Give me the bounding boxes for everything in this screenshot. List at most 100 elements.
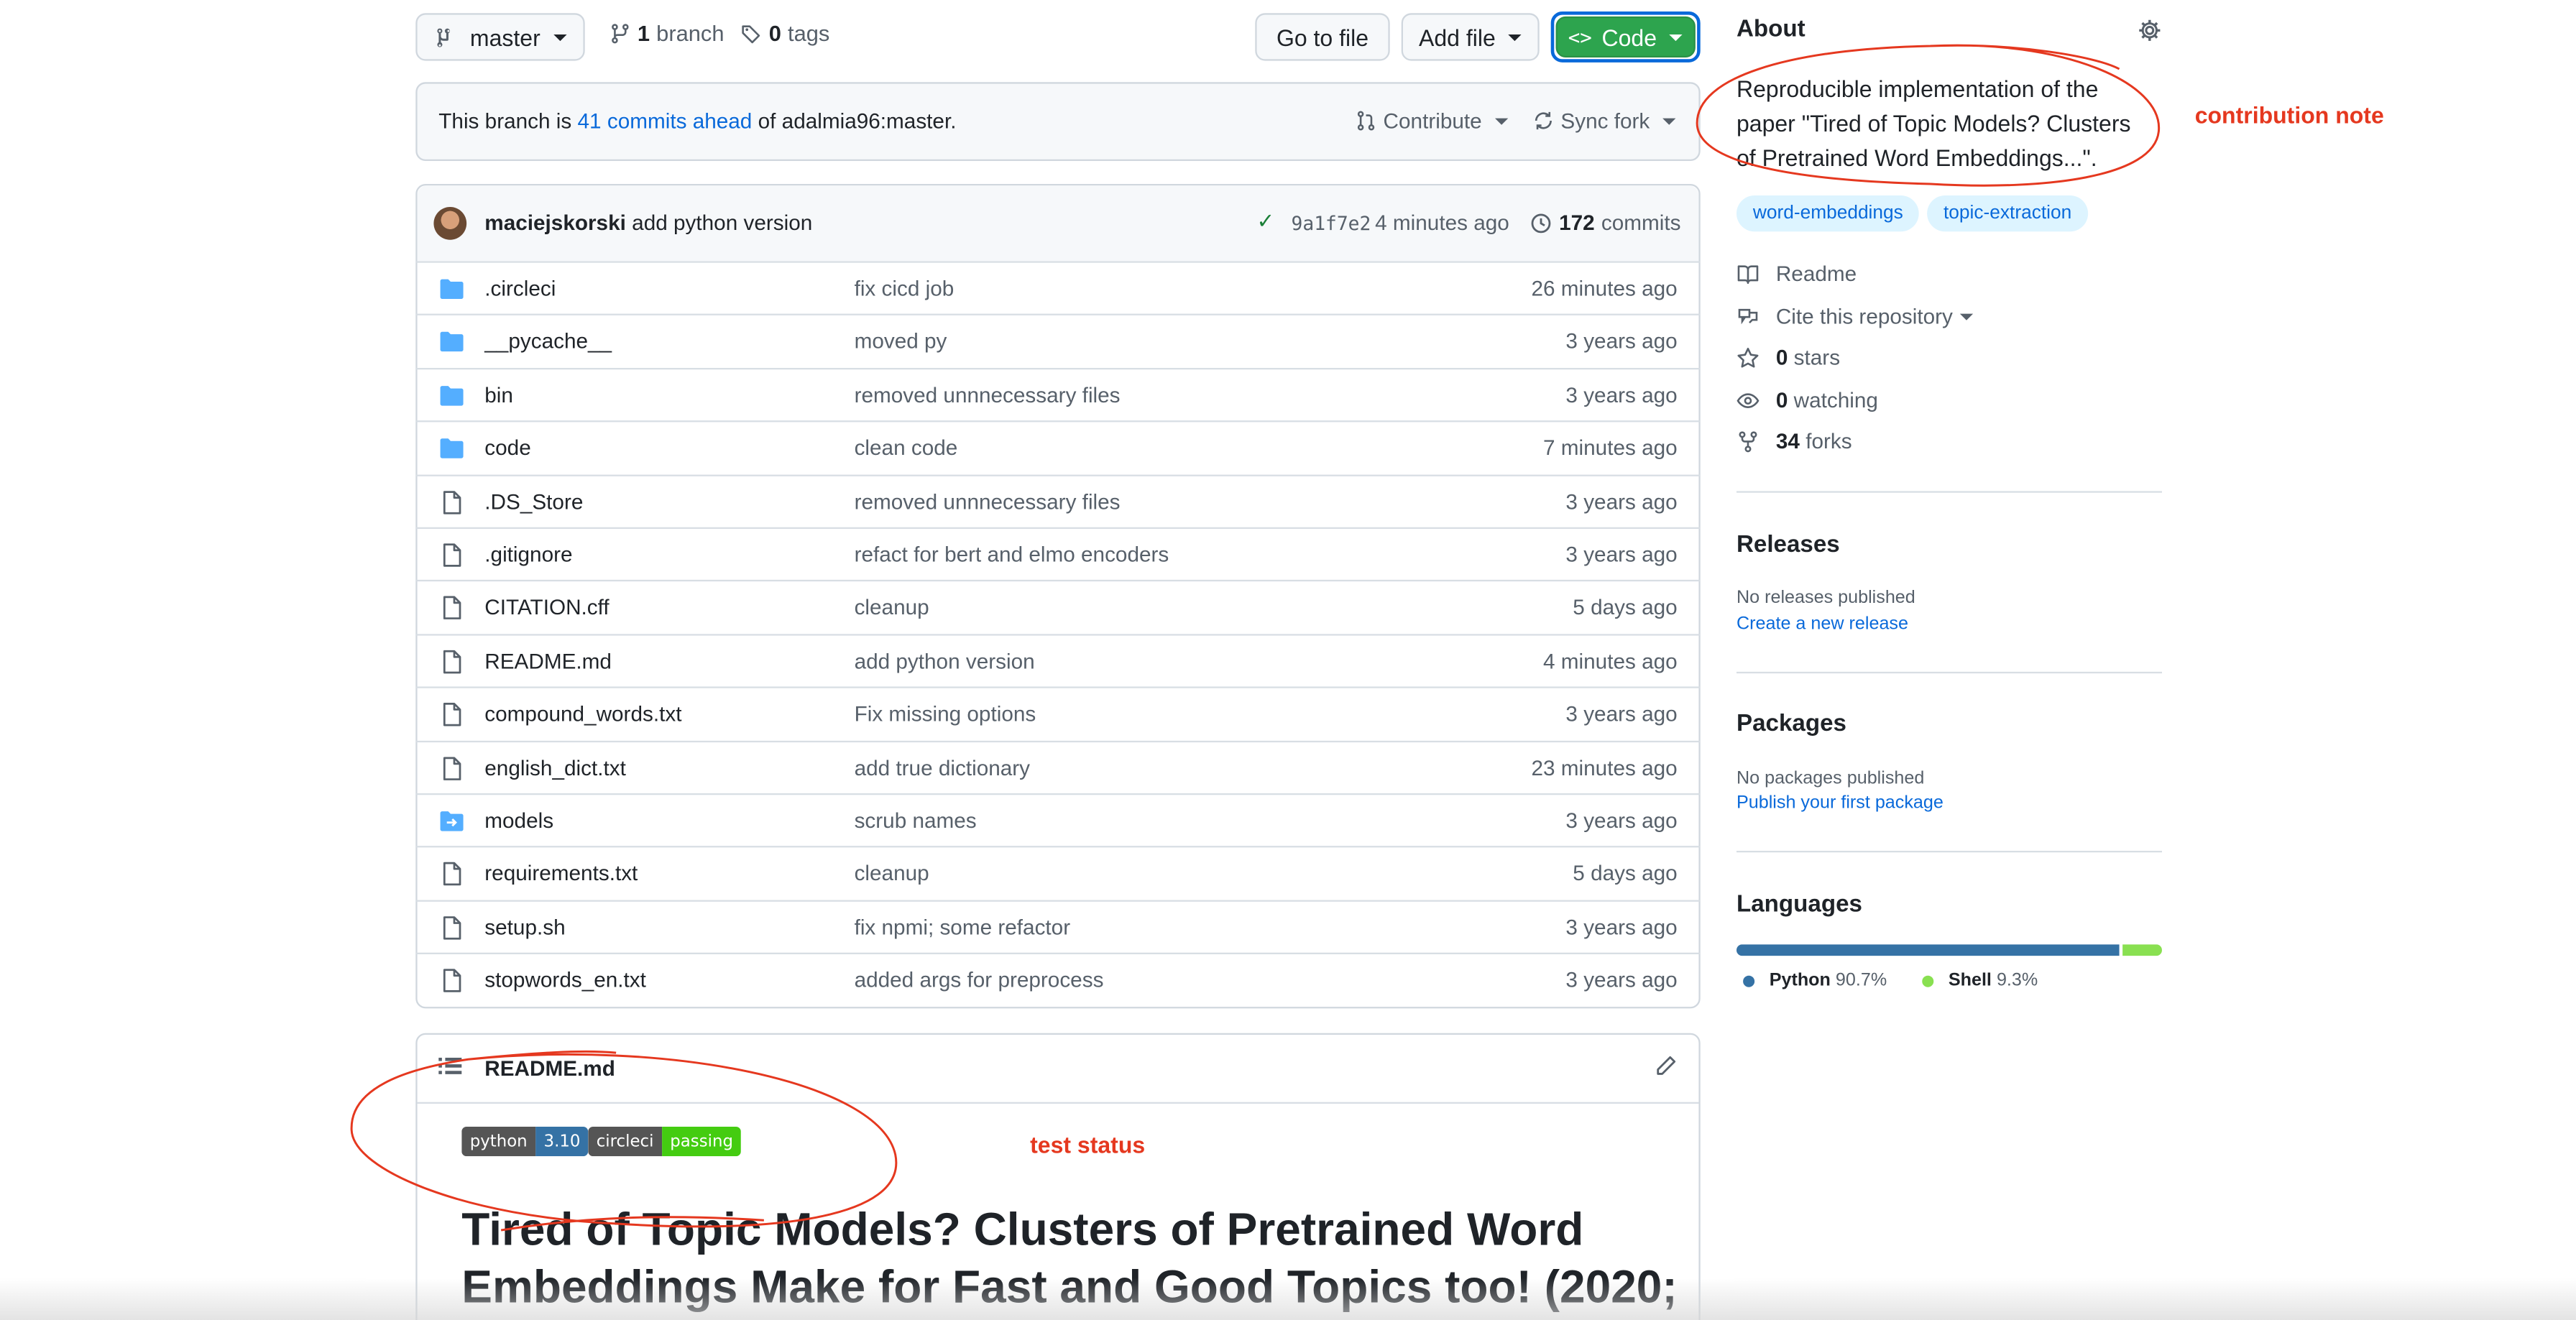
file-name[interactable]: english_dict.txt xyxy=(484,754,626,779)
file-name[interactable]: stopwords_en.txt xyxy=(484,968,646,992)
commit-message[interactable]: add python version xyxy=(632,211,812,235)
go-to-file-button[interactable]: Go to file xyxy=(1255,13,1390,61)
sync-fork-label: Sync fork xyxy=(1560,108,1650,134)
watching-count: 0 xyxy=(1775,387,1788,412)
commit-author[interactable]: maciejskorski xyxy=(484,211,626,235)
branch-status-suffix: of adalmia96:master. xyxy=(758,108,957,134)
file-commit-message[interactable]: fix cicd job xyxy=(855,276,954,300)
file-row[interactable]: .circleci fix cicd job 26 minutes ago xyxy=(415,261,1701,313)
file-commit-message[interactable]: add python version xyxy=(855,648,1035,673)
branch-select-button[interactable]: master xyxy=(415,13,585,61)
topic-topic-extraction[interactable]: topic-extraction xyxy=(1927,195,2089,232)
go-to-file-label: Go to file xyxy=(1276,24,1369,50)
file-name[interactable]: .circleci xyxy=(484,276,556,300)
file-commit-message[interactable]: cleanup xyxy=(855,862,929,886)
readme-link[interactable]: Readme xyxy=(1736,261,1857,286)
commit-sha[interactable]: 9a1f7e2 xyxy=(1292,212,1371,235)
file-name[interactable]: code xyxy=(484,435,530,460)
watching-label: watching xyxy=(1793,387,1878,412)
language-item-python[interactable]: Python 90.7% xyxy=(1743,971,1887,990)
tags-link[interactable]: 0 tags xyxy=(741,21,830,46)
divider xyxy=(1736,671,2162,674)
file-commit-message[interactable]: removed unnnecessary files xyxy=(855,489,1121,513)
file-row[interactable]: stopwords_en.txt added args for preproces… xyxy=(415,953,1701,1005)
file-commit-message[interactable]: clean code xyxy=(855,435,958,460)
file-row[interactable]: requirements.txt cleanup 5 days ago xyxy=(415,846,1701,899)
file-icon xyxy=(443,703,461,726)
code-button[interactable]: <> Code xyxy=(1555,16,1696,57)
file-icon xyxy=(443,915,461,940)
file-commit-message[interactable]: fix npmi; some refactor xyxy=(855,915,1071,939)
publish-package-link[interactable]: Publish your first package xyxy=(1736,793,1944,813)
cite-repository-link[interactable]: Cite this repository xyxy=(1736,303,1973,329)
folder-icon xyxy=(440,438,464,459)
file-age: 4 minutes ago xyxy=(1543,648,1678,673)
commits-ahead-link[interactable]: 41 commits ahead xyxy=(578,109,753,133)
file-age: 3 years ago xyxy=(1565,382,1678,407)
file-name[interactable]: .gitignore xyxy=(484,542,572,566)
file-commit-message[interactable]: cleanup xyxy=(855,595,929,619)
commits-history-link[interactable]: 172 commits xyxy=(1530,211,1680,235)
file-row[interactable]: CITATION.cff cleanup 5 days ago xyxy=(415,580,1701,633)
annotation-ellipse-about xyxy=(1696,44,2160,187)
add-file-button[interactable]: Add file xyxy=(1401,13,1540,61)
python-color-dot xyxy=(1743,974,1755,987)
file-commit-message[interactable]: added args for preprocess xyxy=(855,968,1104,992)
languages-heading: Languages xyxy=(1736,892,1862,918)
file-age: 3 years ago xyxy=(1565,329,1678,354)
file-commit-message[interactable]: removed unnnecessary files xyxy=(855,382,1121,407)
stars-link[interactable]: 0 stars xyxy=(1736,345,1840,369)
tags-label: tags xyxy=(788,21,830,46)
file-name[interactable]: models xyxy=(484,808,553,833)
forks-link[interactable]: 34 forks xyxy=(1736,429,1852,453)
language-item-shell[interactable]: Shell 9.3% xyxy=(1922,971,2038,990)
file-icon xyxy=(443,756,461,780)
branches-label: branch xyxy=(656,21,724,46)
file-row[interactable]: bin removed unnnecessary files 3 years ago xyxy=(415,367,1701,420)
file-row[interactable]: .DS_Store removed unnnecessary files 3 yea… xyxy=(415,474,1701,527)
file-name[interactable]: bin xyxy=(484,382,513,407)
pencil-icon[interactable] xyxy=(1655,1054,1678,1085)
avatar[interactable] xyxy=(433,206,467,240)
file-age: 5 days ago xyxy=(1573,595,1678,620)
file-name[interactable]: README.md xyxy=(484,648,612,673)
file-row[interactable]: README.md add python version 4 minutes ago xyxy=(415,633,1701,686)
create-release-link[interactable]: Create a new release xyxy=(1736,614,1908,634)
file-name[interactable]: CITATION.cff xyxy=(484,595,609,619)
file-icon xyxy=(443,969,461,993)
file-commit-message[interactable]: Fix missing options xyxy=(855,701,1036,726)
file-row[interactable]: english_dict.txt add true dictionary 23 mi… xyxy=(415,739,1701,793)
releases-heading[interactable]: Releases xyxy=(1736,532,1840,559)
packages-heading[interactable]: Packages xyxy=(1736,711,1846,738)
file-name[interactable]: compound_words.txt xyxy=(484,701,681,726)
file-row[interactable]: .gitignore refact for bert and elmo encod… xyxy=(415,527,1701,580)
file-commit-message[interactable]: moved py xyxy=(855,329,947,354)
file-row[interactable]: __pycache__ moved py 3 years ago xyxy=(415,314,1701,366)
topic-word-embeddings[interactable]: word-embeddings xyxy=(1736,195,1920,232)
watching-link[interactable]: 0 watching xyxy=(1736,387,1878,412)
sync-icon xyxy=(1535,111,1552,130)
contribute-button[interactable]: Contribute xyxy=(1356,109,1509,133)
file-commit-message[interactable]: scrub names xyxy=(855,808,977,833)
star-icon xyxy=(1737,346,1759,367)
branches-link[interactable]: 1 branch xyxy=(610,22,724,46)
pull-request-icon xyxy=(1357,111,1375,131)
file-row[interactable]: code clean code 7 minutes ago xyxy=(415,420,1701,474)
file-name[interactable]: __pycache__ xyxy=(484,329,612,354)
file-name[interactable]: setup.sh xyxy=(484,915,565,939)
file-name[interactable]: requirements.txt xyxy=(484,862,638,886)
divider xyxy=(1736,850,2162,853)
cite-label: Cite this repository xyxy=(1775,303,1953,329)
shell-color-dot xyxy=(1922,974,1934,987)
file-commit-message[interactable]: add true dictionary xyxy=(855,754,1030,779)
branch-icon xyxy=(437,27,451,47)
file-commit-message[interactable]: refact for bert and elmo encoders xyxy=(855,542,1169,566)
sync-fork-button[interactable]: Sync fork xyxy=(1533,109,1676,133)
contribution-note-annotation: contribution note xyxy=(2194,101,2384,129)
language-bar-shell xyxy=(2122,944,2162,956)
file-row[interactable]: compound_words.txt Fix missing options 3 y… xyxy=(415,686,1701,739)
file-name[interactable]: .DS_Store xyxy=(484,489,583,513)
file-row[interactable]: setup.sh fix npmi; some refactor 3 years a… xyxy=(415,900,1701,952)
file-row[interactable]: models scrub names 3 years ago xyxy=(415,793,1701,846)
file-icon xyxy=(443,490,461,514)
